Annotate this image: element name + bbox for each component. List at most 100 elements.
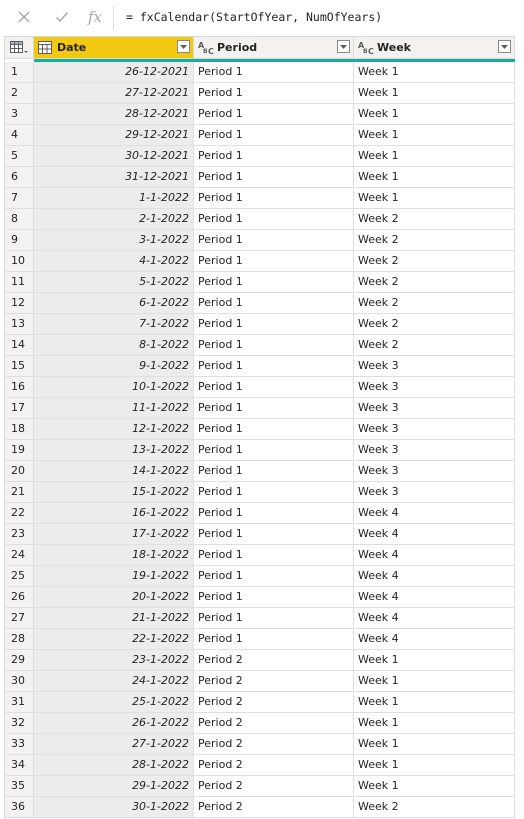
cell-week[interactable]: Week 1 [354,62,515,83]
cell-week[interactable]: Week 4 [354,587,515,608]
cell-date[interactable]: 31-12-2021 [34,167,194,188]
row-number[interactable]: 7 [5,188,34,209]
cell-period[interactable]: Period 1 [194,587,354,608]
cell-week[interactable]: Week 1 [354,104,515,125]
cell-date[interactable]: 9-1-2022 [34,356,194,377]
cell-period[interactable]: Period 2 [194,797,354,818]
table-row[interactable]: 10 4-1-2022 Period 1 Week 2 [5,251,515,272]
cell-date[interactable]: 30-1-2022 [34,797,194,818]
row-number[interactable]: 15 [5,356,34,377]
filter-dropdown-date[interactable] [177,40,190,53]
table-row[interactable]: 20 14-1-2022 Period 1 Week 3 [5,461,515,482]
table-row[interactable]: 4 29-12-2021 Period 1 Week 1 [5,125,515,146]
cell-period[interactable]: Period 1 [194,461,354,482]
cell-period[interactable]: Period 1 [194,545,354,566]
cell-date[interactable]: 18-1-2022 [34,545,194,566]
table-row[interactable]: 25 19-1-2022 Period 1 Week 4 [5,566,515,587]
row-number[interactable]: 36 [5,797,34,818]
table-row[interactable]: 9 3-1-2022 Period 1 Week 2 [5,230,515,251]
cell-period[interactable]: Period 1 [194,314,354,335]
cell-period[interactable]: Period 1 [194,230,354,251]
cell-week[interactable]: Week 1 [354,671,515,692]
cell-period[interactable]: Period 1 [194,377,354,398]
row-number[interactable]: 9 [5,230,34,251]
table-menu-button[interactable] [5,37,34,59]
cell-period[interactable]: Period 1 [194,629,354,650]
cell-date[interactable]: 17-1-2022 [34,524,194,545]
column-header-period[interactable]: A B C Period [194,37,354,59]
row-number[interactable]: 20 [5,461,34,482]
row-number[interactable]: 35 [5,776,34,797]
table-row[interactable]: 2 27-12-2021 Period 1 Week 1 [5,83,515,104]
row-number[interactable]: 23 [5,524,34,545]
cell-week[interactable]: Week 1 [354,755,515,776]
row-number[interactable]: 33 [5,734,34,755]
cell-period[interactable]: Period 1 [194,293,354,314]
close-icon[interactable] [14,7,34,27]
filter-dropdown-period[interactable] [337,40,350,53]
table-row[interactable]: 12 6-1-2022 Period 1 Week 2 [5,293,515,314]
cell-date[interactable]: 15-1-2022 [34,482,194,503]
cell-week[interactable]: Week 1 [354,734,515,755]
cell-week[interactable]: Week 1 [354,83,515,104]
row-number[interactable]: 10 [5,251,34,272]
table-row[interactable]: 18 12-1-2022 Period 1 Week 3 [5,419,515,440]
row-number[interactable]: 19 [5,440,34,461]
cell-date[interactable]: 2-1-2022 [34,209,194,230]
cell-week[interactable]: Week 1 [354,776,515,797]
cell-date[interactable]: 29-12-2021 [34,125,194,146]
cell-period[interactable]: Period 1 [194,335,354,356]
row-number[interactable]: 3 [5,104,34,125]
cell-date[interactable]: 6-1-2022 [34,293,194,314]
cell-date[interactable]: 21-1-2022 [34,608,194,629]
fx-icon[interactable]: fx [85,7,105,27]
cell-date[interactable]: 26-1-2022 [34,713,194,734]
row-number[interactable]: 25 [5,566,34,587]
cell-period[interactable]: Period 2 [194,650,354,671]
cell-week[interactable]: Week 2 [354,209,515,230]
cell-period[interactable]: Period 1 [194,251,354,272]
table-row[interactable]: 33 27-1-2022 Period 2 Week 1 [5,734,515,755]
cell-week[interactable]: Week 4 [354,545,515,566]
cell-date[interactable]: 10-1-2022 [34,377,194,398]
table-row[interactable]: 32 26-1-2022 Period 2 Week 1 [5,713,515,734]
row-number[interactable]: 32 [5,713,34,734]
table-row[interactable]: 35 29-1-2022 Period 2 Week 1 [5,776,515,797]
cell-period[interactable]: Period 1 [194,209,354,230]
table-row[interactable]: 19 13-1-2022 Period 1 Week 3 [5,440,515,461]
table-row[interactable]: 13 7-1-2022 Period 1 Week 2 [5,314,515,335]
row-number[interactable]: 29 [5,650,34,671]
table-row[interactable]: 30 24-1-2022 Period 2 Week 1 [5,671,515,692]
row-number[interactable]: 4 [5,125,34,146]
table-row[interactable]: 28 22-1-2022 Period 1 Week 4 [5,629,515,650]
cell-date[interactable]: 26-12-2021 [34,62,194,83]
cell-week[interactable]: Week 2 [354,272,515,293]
cell-week[interactable]: Week 4 [354,524,515,545]
table-row[interactable]: 16 10-1-2022 Period 1 Week 3 [5,377,515,398]
table-row[interactable]: 3 28-12-2021 Period 1 Week 1 [5,104,515,125]
cell-week[interactable]: Week 3 [354,482,515,503]
row-number[interactable]: 22 [5,503,34,524]
row-number[interactable]: 30 [5,671,34,692]
cell-date[interactable]: 27-12-2021 [34,83,194,104]
cell-date[interactable]: 19-1-2022 [34,566,194,587]
cell-period[interactable]: Period 2 [194,713,354,734]
cell-date[interactable]: 27-1-2022 [34,734,194,755]
cell-date[interactable]: 13-1-2022 [34,440,194,461]
check-icon[interactable] [52,7,72,27]
table-row[interactable]: 6 31-12-2021 Period 1 Week 1 [5,167,515,188]
cell-date[interactable]: 24-1-2022 [34,671,194,692]
cell-date[interactable]: 28-12-2021 [34,104,194,125]
cell-date[interactable]: 22-1-2022 [34,629,194,650]
row-number[interactable]: 26 [5,587,34,608]
cell-period[interactable]: Period 1 [194,482,354,503]
cell-period[interactable]: Period 2 [194,776,354,797]
cell-period[interactable]: Period 1 [194,83,354,104]
cell-period[interactable]: Period 1 [194,398,354,419]
row-number[interactable]: 34 [5,755,34,776]
cell-date[interactable]: 11-1-2022 [34,398,194,419]
table-row[interactable]: 11 5-1-2022 Period 1 Week 2 [5,272,515,293]
row-number[interactable]: 5 [5,146,34,167]
cell-week[interactable]: Week 4 [354,503,515,524]
cell-period[interactable]: Period 1 [194,503,354,524]
